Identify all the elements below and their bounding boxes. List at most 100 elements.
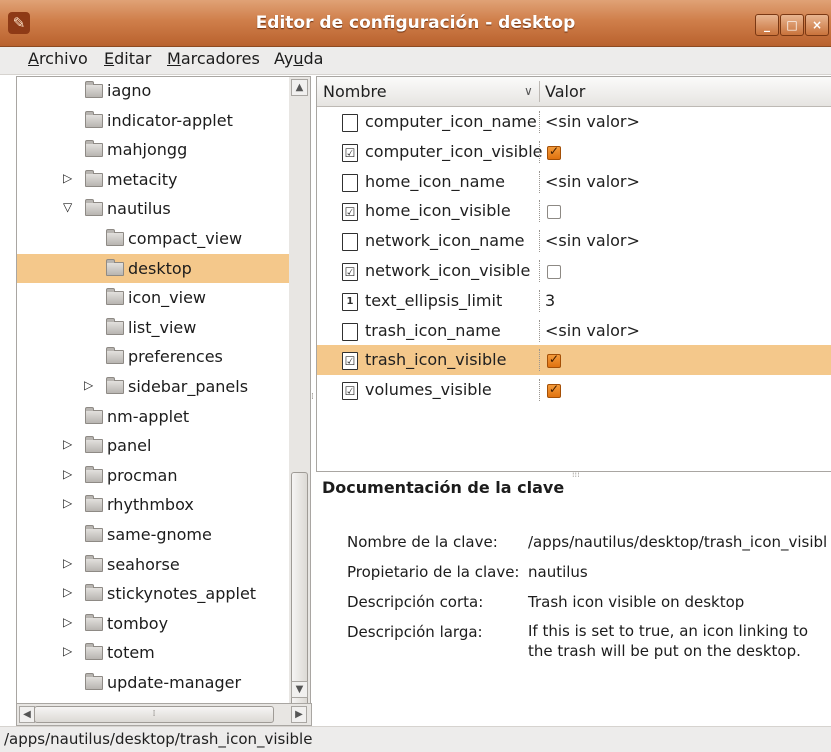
key-value[interactable]: <sin valor> bbox=[545, 226, 640, 256]
tree-item[interactable]: update-manager bbox=[17, 668, 289, 697]
tree-vertical-scrollbar[interactable]: ▲ ▼ bbox=[289, 76, 311, 712]
key-row[interactable]: trash_icon_name <sin valor> bbox=[317, 316, 831, 346]
expander-closed-icon[interactable]: ▷ bbox=[63, 495, 77, 511]
column-header-name[interactable]: Nombre bbox=[323, 77, 387, 106]
key-row[interactable]: ☑ home_icon_visible bbox=[317, 196, 831, 226]
scrollbar-thumb[interactable]: ⁞ bbox=[34, 706, 274, 723]
tree-item[interactable]: list_view bbox=[17, 313, 289, 342]
key-row[interactable]: ☑ network_icon_visible bbox=[317, 256, 831, 286]
menu-archivo[interactable]: Archivo bbox=[28, 47, 88, 74]
key-name: network_icon_name bbox=[365, 231, 525, 251]
key-name: text_ellipsis_limit bbox=[365, 290, 503, 310]
tree-item-label: list_view bbox=[128, 317, 197, 337]
bool-key-icon: ☑ bbox=[342, 352, 358, 371]
close-button[interactable]: × bbox=[805, 14, 829, 36]
tree-item[interactable]: indicator-applet bbox=[17, 106, 289, 135]
pane-grip-icon[interactable]: ⁞⁞⁞ bbox=[572, 470, 580, 479]
scroll-left-arrow-icon[interactable]: ◀ bbox=[19, 706, 35, 723]
owner-value: nautilus bbox=[528, 563, 588, 581]
column-divider bbox=[539, 349, 540, 372]
folder-icon bbox=[106, 317, 124, 335]
key-value[interactable]: <sin valor> bbox=[545, 107, 640, 137]
tree-item[interactable]: ▷ totem bbox=[17, 638, 289, 667]
menu-ayuda[interactable]: Ayuda bbox=[274, 47, 323, 74]
expander-closed-icon[interactable]: ▷ bbox=[63, 170, 77, 186]
tree-item[interactable]: preferences bbox=[17, 342, 289, 371]
menu-editar[interactable]: Editar bbox=[104, 47, 151, 74]
key-row[interactable]: 1 text_ellipsis_limit 3 bbox=[317, 286, 831, 316]
status-text: /apps/nautilus/desktop/trash_icon_visibl… bbox=[4, 730, 313, 748]
expander-closed-icon[interactable]: ▷ bbox=[63, 466, 77, 482]
column-header-value[interactable]: Valor bbox=[545, 77, 585, 106]
key-name-label: Nombre de la clave: bbox=[347, 533, 498, 551]
tree-item[interactable]: nm-applet bbox=[17, 402, 289, 431]
tree-item[interactable]: ▽ nautilus bbox=[17, 194, 289, 223]
expander-open-icon[interactable]: ▽ bbox=[63, 199, 77, 215]
expander-closed-icon[interactable]: ▷ bbox=[63, 584, 77, 600]
tree-item[interactable]: icon_view bbox=[17, 283, 289, 312]
expander-closed-icon[interactable]: ▷ bbox=[63, 555, 77, 571]
folder-icon bbox=[85, 199, 103, 217]
tree-item[interactable]: desktop bbox=[17, 253, 289, 283]
column-divider bbox=[539, 379, 540, 402]
tree-item[interactable]: same-gnome bbox=[17, 520, 289, 549]
tree-item[interactable]: ▷ tomboy bbox=[17, 609, 289, 638]
tree-item-label: indicator-applet bbox=[107, 110, 233, 130]
folder-icon bbox=[85, 169, 103, 187]
expander-closed-icon[interactable]: ▷ bbox=[63, 436, 77, 452]
expander-closed-icon[interactable]: ▷ bbox=[84, 377, 98, 393]
tree-item-label: rhythmbox bbox=[107, 495, 194, 515]
tree-item-label: metacity bbox=[107, 169, 178, 189]
long-desc-label: Descripción larga: bbox=[347, 623, 483, 641]
folder-icon bbox=[106, 258, 124, 276]
key-value[interactable]: 3 bbox=[545, 286, 555, 316]
key-row[interactable]: ☑ volumes_visible bbox=[317, 375, 831, 405]
tree-item-label: stickynotes_applet bbox=[107, 584, 257, 604]
key-row[interactable]: ☑ computer_icon_visible bbox=[317, 137, 831, 167]
key-row[interactable]: home_icon_name <sin valor> bbox=[317, 167, 831, 197]
menu-bar: Archivo Editar Marcadores Ayuda bbox=[0, 47, 831, 75]
key-row[interactable]: ☑ trash_icon_visible bbox=[317, 345, 831, 376]
key-value[interactable]: <sin valor> bbox=[545, 316, 640, 346]
key-list[interactable]: Nombre ∨ Valor computer_icon_name <sin va… bbox=[316, 76, 831, 472]
pane-divider[interactable]: ⁞ bbox=[311, 392, 315, 402]
tree-item[interactable]: ▷ rhythmbox bbox=[17, 490, 289, 519]
folder-icon bbox=[85, 81, 103, 98]
string-key-icon bbox=[342, 322, 358, 341]
expander-closed-icon[interactable]: ▷ bbox=[63, 643, 77, 659]
tree-item[interactable]: ▷ panel bbox=[17, 431, 289, 460]
tree-horizontal-scrollbar[interactable]: ◀ ⁞ ▶ bbox=[16, 703, 312, 726]
key-row[interactable]: network_icon_name <sin valor> bbox=[317, 226, 831, 256]
tree-item[interactable]: ▷ metacity bbox=[17, 165, 289, 194]
value-checkbox[interactable] bbox=[547, 265, 561, 279]
scroll-up-arrow-icon[interactable]: ▲ bbox=[291, 79, 308, 96]
column-divider bbox=[539, 111, 540, 133]
title-bar[interactable]: ✎ Editor de configuración - desktop _ □ … bbox=[0, 0, 831, 47]
minimize-button[interactable]: _ bbox=[755, 14, 779, 36]
tree-item[interactable]: ▷ sidebar_panels bbox=[17, 372, 289, 401]
scrollbar-thumb[interactable] bbox=[291, 472, 308, 712]
scroll-down-arrow-icon[interactable]: ▼ bbox=[291, 681, 308, 698]
key-value[interactable]: <sin valor> bbox=[545, 167, 640, 197]
menu-marcadores[interactable]: Marcadores bbox=[167, 47, 260, 74]
tree-item[interactable]: ▷ procman bbox=[17, 461, 289, 490]
tree-item[interactable]: iagno bbox=[17, 77, 289, 105]
key-tree[interactable]: iagno indicator-applet mahjongg ▷ metacity ▽ n… bbox=[16, 76, 290, 704]
folder-icon bbox=[85, 110, 103, 128]
value-checkbox[interactable] bbox=[547, 205, 561, 220]
expander-closed-icon[interactable]: ▷ bbox=[63, 614, 77, 630]
tree-item[interactable]: compact_view bbox=[17, 224, 289, 253]
key-row[interactable]: computer_icon_name <sin valor> bbox=[317, 107, 831, 137]
tree-item[interactable]: ▷ stickynotes_applet bbox=[17, 579, 289, 608]
value-checkbox[interactable] bbox=[547, 352, 561, 369]
value-checkbox[interactable] bbox=[547, 382, 561, 399]
key-name: trash_icon_visible bbox=[365, 350, 507, 370]
tree-item-label: update-manager bbox=[107, 673, 242, 692]
maximize-button[interactable]: □ bbox=[780, 14, 804, 36]
scroll-right-arrow-icon[interactable]: ▶ bbox=[291, 706, 307, 723]
tree-item[interactable]: ▷ seahorse bbox=[17, 550, 289, 579]
column-divider bbox=[539, 170, 540, 193]
column-separator[interactable] bbox=[539, 81, 540, 102]
tree-item[interactable]: mahjongg bbox=[17, 135, 289, 164]
value-checkbox[interactable] bbox=[547, 144, 561, 160]
